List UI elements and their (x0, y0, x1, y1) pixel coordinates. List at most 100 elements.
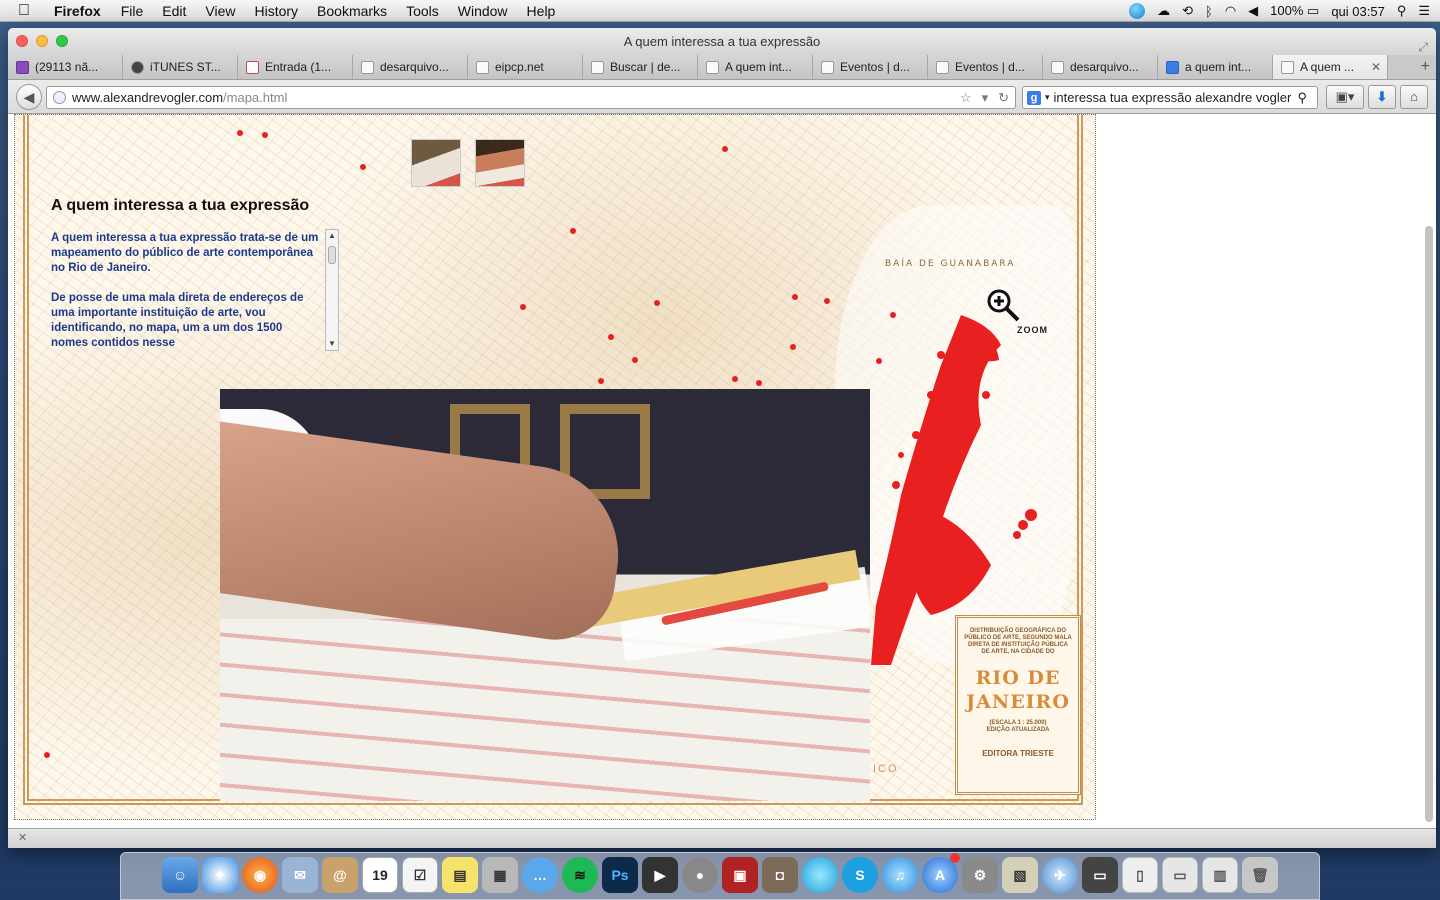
menu-file[interactable]: File (121, 3, 144, 19)
bubble-icon[interactable] (802, 857, 838, 893)
skype-icon[interactable]: S (842, 857, 878, 893)
battery-status[interactable]: 100% ▭ (1270, 3, 1319, 19)
clock[interactable]: qui 03:57 (1331, 4, 1385, 19)
cloud-tray-icon[interactable]: ☁ (1157, 3, 1170, 19)
zoom-in-icon[interactable] (985, 287, 1021, 323)
calculator-icon[interactable]: ▦ (482, 857, 518, 893)
tab-eipcp[interactable]: eipcp.net (468, 55, 583, 79)
dropdown-icon[interactable]: ▾ (982, 90, 989, 106)
notification-center-icon[interactable]: ☰ (1418, 3, 1430, 19)
contacts-icon[interactable]: @ (322, 857, 358, 893)
reload-icon[interactable]: ↻ (998, 90, 1009, 106)
calendar-icon[interactable]: 19 (362, 857, 398, 893)
menu-bookmarks[interactable]: Bookmarks (317, 3, 387, 19)
tab-active[interactable]: A quem ... ✕ (1273, 55, 1388, 79)
terminal-icon[interactable]: ▭ (1082, 857, 1118, 893)
safari-icon[interactable]: ✦ (202, 857, 238, 893)
finder-icon[interactable]: ☺ (162, 857, 198, 893)
tab-desarquivo[interactable]: desarquivo... (353, 55, 468, 79)
tab-itunes[interactable]: iTUNES ST... (123, 55, 238, 79)
scroll-up-icon[interactable]: ▲ (326, 230, 338, 242)
scroll-thumb[interactable] (328, 246, 336, 264)
search-input[interactable]: interessa tua expressão alexandre vogler (1054, 90, 1294, 105)
back-button[interactable]: ◀ (16, 84, 42, 110)
volume-icon[interactable]: ◀ (1248, 3, 1258, 19)
window-title: A quem interessa a tua expressão (623, 34, 821, 49)
pdf-document-icon[interactable]: ▯ (1122, 857, 1158, 893)
legend-scale: (ESCALA 1 : 25.000) (989, 720, 1047, 726)
messages-icon[interactable]: … (522, 857, 558, 893)
enlarged-photo[interactable] (220, 389, 870, 801)
downloads-stack-icon[interactable]: ▭ (1162, 857, 1198, 893)
menu-history[interactable]: History (254, 3, 298, 19)
menu-view[interactable]: View (205, 3, 235, 19)
globe-icon (53, 91, 66, 104)
image-capture-icon[interactable]: ◘ (762, 857, 798, 893)
tab-google-search[interactable]: a quem int... (1158, 55, 1273, 79)
home-button[interactable]: ⌂ (1400, 85, 1428, 109)
map-image[interactable]: BAÍA DE GUANABARA ZOOM A quem interessa … (14, 114, 1096, 820)
facetime-icon[interactable]: ● (682, 857, 718, 893)
zoom-label[interactable]: ZOOM (1017, 325, 1048, 335)
page-icon (361, 60, 374, 74)
mail-stamp-icon[interactable]: ✉ (282, 857, 318, 893)
screenshot-button[interactable]: ▣▾ (1326, 85, 1364, 109)
spotlight-icon[interactable]: ⚲ (1397, 3, 1407, 19)
time-machine-icon[interactable]: ⟲ (1182, 3, 1193, 19)
tab-eventos-2[interactable]: Eventos | d... (928, 55, 1043, 79)
page-icon (1281, 60, 1294, 74)
close-tab-icon[interactable]: ✕ (1371, 60, 1381, 74)
menu-window[interactable]: Window (458, 3, 508, 19)
firefox-icon[interactable]: ◉ (242, 857, 278, 893)
thumbnail-2[interactable] (475, 139, 525, 187)
menu-edit[interactable]: Edit (162, 3, 186, 19)
apple-menu-icon[interactable]:  (18, 2, 40, 20)
menu-tools[interactable]: Tools (406, 3, 439, 19)
skype-tray-icon[interactable] (1129, 3, 1146, 19)
bookmark-star-icon[interactable]: ☆ (960, 90, 972, 106)
final-cut-icon[interactable]: ▶ (642, 857, 678, 893)
tab-eventos-1[interactable]: Eventos | d... (813, 55, 928, 79)
documents-stack-icon[interactable]: ▥ (1202, 857, 1238, 893)
close-add-on-bar-icon[interactable]: ✕ (18, 832, 27, 844)
thumbnail-1[interactable] (411, 139, 461, 187)
spotify-icon[interactable]: ≋ (562, 857, 598, 893)
tab-desarquivo-2[interactable]: desarquivo... (1043, 55, 1158, 79)
description-scrollbar[interactable]: ▲ ▼ (325, 229, 339, 351)
menu-help[interactable]: Help (527, 3, 556, 19)
new-tab-button[interactable]: + (1421, 58, 1430, 76)
tab-gmail[interactable]: Entrada (1... (238, 55, 353, 79)
airport-icon[interactable]: ✈ (1042, 857, 1078, 893)
search-bar[interactable]: g ▾ interessa tua expressão alexandre vo… (1022, 86, 1318, 109)
google-icon (1166, 60, 1179, 74)
description-paragraph-1: A quem interessa a tua expressão trata-s… (51, 232, 319, 274)
close-window-button[interactable] (16, 35, 28, 47)
google-search-engine-icon[interactable]: g (1027, 90, 1041, 105)
url-bar[interactable]: www.alexandrevogler.com/mapa.html ☆ ▾ ↻ (46, 86, 1016, 109)
zoom-window-button[interactable] (56, 35, 68, 47)
system-preferences-icon[interactable]: ⚙ (962, 857, 998, 893)
tab-mail[interactable]: (29113 nã... (8, 55, 123, 79)
page-scroll-thumb[interactable] (1425, 226, 1433, 822)
photo-booth-icon[interactable]: ▣ (722, 857, 758, 893)
page-icon (591, 60, 604, 74)
app-menu[interactable]: Firefox (54, 3, 101, 19)
notification-badge (950, 853, 960, 863)
photoshop-icon[interactable]: Ps (602, 857, 638, 893)
wifi-icon[interactable]: ◠ (1225, 3, 1236, 19)
reminders-icon[interactable]: ☑ (402, 857, 438, 893)
app-store-icon[interactable]: A (922, 853, 960, 893)
downloads-button[interactable]: ⬇ (1368, 85, 1396, 109)
bluetooth-icon[interactable]: ᛒ (1205, 4, 1213, 19)
page-scrollbar[interactable] (1424, 114, 1434, 828)
trash-icon[interactable]: 🗑 (1242, 857, 1278, 893)
minimize-window-button[interactable] (36, 35, 48, 47)
tab-a-quem-1[interactable]: A quem int... (698, 55, 813, 79)
chevron-down-icon[interactable]: ▾ (1045, 92, 1050, 103)
scroll-down-icon[interactable]: ▼ (326, 338, 338, 350)
stickies-icon[interactable]: ▤ (442, 857, 478, 893)
magnifier-icon[interactable]: ⚲ (1298, 90, 1308, 106)
tab-buscar[interactable]: Buscar | de... (583, 55, 698, 79)
preview-icon[interactable]: ▧ (1002, 857, 1038, 893)
itunes-icon[interactable]: ♫ (882, 857, 918, 893)
